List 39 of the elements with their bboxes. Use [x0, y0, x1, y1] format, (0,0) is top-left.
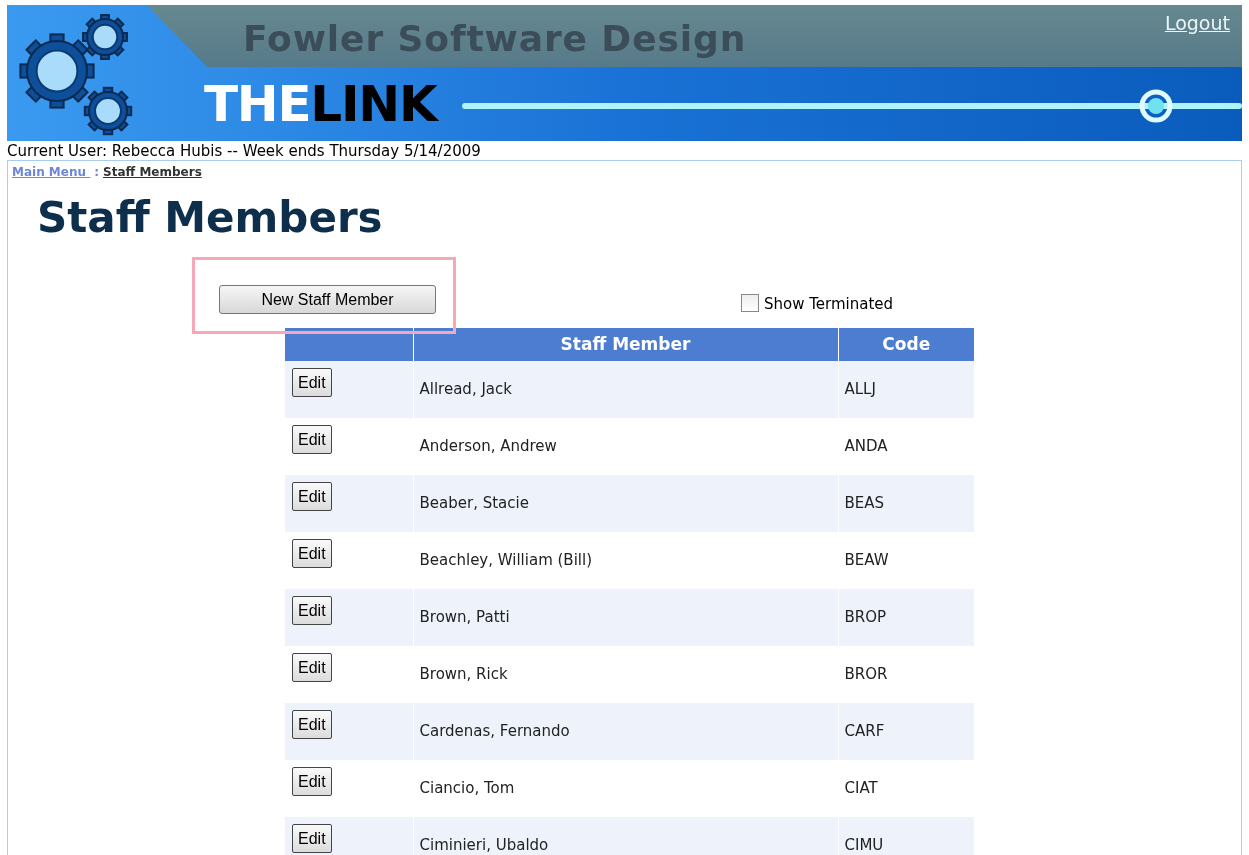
logout-link[interactable]: Logout: [1164, 9, 1230, 38]
name-cell: Beaber, Stacie: [413, 475, 838, 532]
product-logo: THELINK: [204, 79, 437, 129]
edit-button[interactable]: Edit: [292, 653, 332, 682]
name-cell: Ciancio, Tom: [413, 760, 838, 817]
code-cell: CIAT: [838, 760, 974, 817]
column-header: Staff Member: [413, 328, 838, 361]
new-staff-member-button[interactable]: New Staff Member: [219, 285, 436, 314]
code-cell: BROR: [838, 646, 974, 703]
code-cell: CIMU: [838, 817, 974, 855]
edit-button[interactable]: Edit: [292, 596, 332, 625]
code-cell: BEAS: [838, 475, 974, 532]
code-cell: ANDA: [838, 418, 974, 475]
edit-button[interactable]: Edit: [292, 425, 332, 454]
code-cell: BEAW: [838, 532, 974, 589]
name-cell: Brown, Rick: [413, 646, 838, 703]
name-cell: Cardenas, Fernando: [413, 703, 838, 760]
column-header: Code: [838, 328, 974, 361]
edit-button[interactable]: Edit: [292, 767, 332, 796]
code-cell: BROP: [838, 589, 974, 646]
name-cell: Allread, Jack: [413, 361, 838, 418]
edit-button[interactable]: Edit: [292, 368, 332, 397]
name-cell: Anderson, Andrew: [413, 418, 838, 475]
show-terminated-checkbox[interactable]: [741, 293, 759, 312]
name-cell: Beachley, William (Bill): [413, 532, 838, 589]
edit-button[interactable]: Edit: [292, 824, 332, 853]
edit-button[interactable]: Edit: [292, 482, 332, 511]
connector-ring-icon: [1138, 88, 1174, 124]
code-cell: CARF: [838, 703, 974, 760]
breadcrumb-current: Staff Members: [103, 164, 202, 181]
edit-button[interactable]: Edit: [292, 539, 332, 568]
name-cell: Brown, Patti: [413, 589, 838, 646]
show-terminated-label: Show Terminated: [764, 294, 894, 315]
page-title: Staff Members: [37, 193, 384, 243]
current-user-text: Current User: Rebecca Hubis -- Week ends Thursday 5/14/2009: [7, 143, 482, 160]
name-cell: Ciminieri, Ubaldo: [413, 817, 838, 855]
code-cell: ALLJ: [838, 361, 974, 418]
edit-button[interactable]: Edit: [292, 710, 332, 739]
breadcrumb-separator: :: [94, 164, 100, 181]
